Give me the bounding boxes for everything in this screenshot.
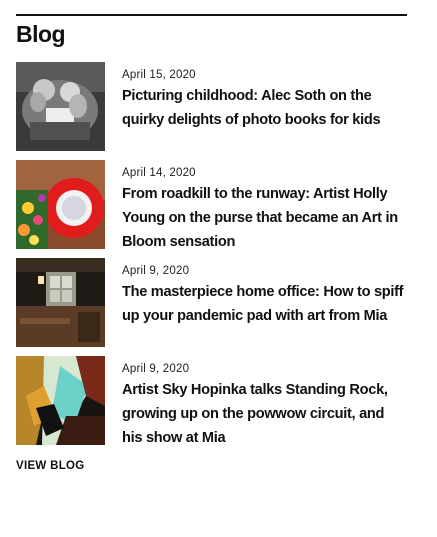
post-date: April 15, 2020 (122, 69, 196, 81)
post-title[interactable]: The masterpiece home office: How to spif… (122, 280, 407, 328)
post-meta: April 15, 2020 Picturing childhood: Alec… (122, 62, 407, 160)
view-blog-link[interactable]: VIEW BLOG (16, 460, 85, 472)
post-thumbnail[interactable] (16, 160, 105, 249)
post-title[interactable]: From roadkill to the runway: Artist Holl… (122, 182, 407, 254)
post-item[interactable]: April 9, 2020 Artist Sky Hopinka talks S… (16, 356, 407, 454)
blog-section: Blog April 15, 2020 Picturing childhood:… (16, 14, 407, 474)
post-date: April 9, 2020 (122, 265, 190, 277)
post-thumbnail[interactable] (16, 62, 105, 151)
post-item[interactable]: April 14, 2020 From roadkill to the runw… (16, 160, 407, 258)
post-date: April 14, 2020 (122, 167, 196, 179)
section-heading: Blog (16, 21, 66, 47)
post-title[interactable]: Picturing childhood: Alec Soth on the qu… (122, 84, 407, 132)
post-thumbnail[interactable] (16, 356, 105, 445)
post-item[interactable]: April 15, 2020 Picturing childhood: Alec… (16, 62, 407, 160)
post-list: April 15, 2020 Picturing childhood: Alec… (16, 62, 407, 454)
post-title[interactable]: Artist Sky Hopinka talks Standing Rock, … (122, 378, 407, 450)
post-thumbnail[interactable] (16, 258, 105, 347)
post-date: April 9, 2020 (122, 363, 190, 375)
post-item[interactable]: April 9, 2020 The masterpiece home offic… (16, 258, 407, 356)
post-meta: April 14, 2020 From roadkill to the runw… (122, 160, 407, 258)
post-meta: April 9, 2020 The masterpiece home offic… (122, 258, 407, 356)
post-meta: April 9, 2020 Artist Sky Hopinka talks S… (122, 356, 407, 454)
